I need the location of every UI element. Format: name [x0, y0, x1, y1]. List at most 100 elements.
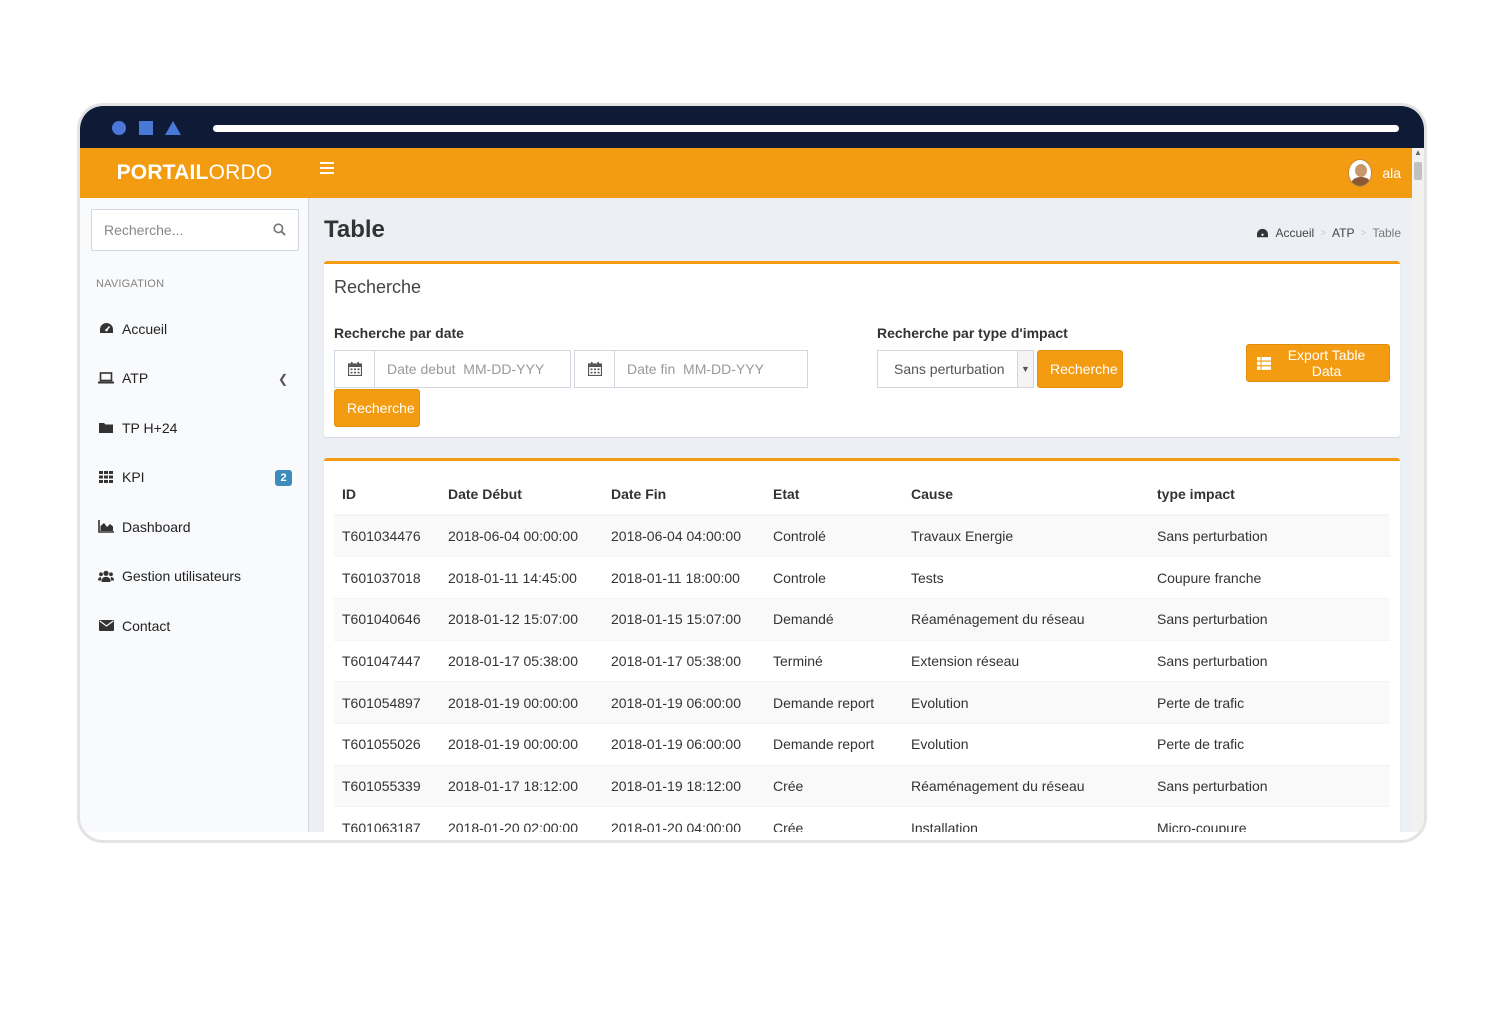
date-start-input[interactable]: [375, 351, 565, 387]
cell-date-debut: 2018-01-11 14:45:00: [440, 556, 603, 599]
column-header-date-fin[interactable]: Date Fin: [603, 473, 765, 516]
grid-icon: [98, 470, 114, 484]
sidebar-item-dashboard[interactable]: Dashboard: [80, 502, 308, 552]
table-row[interactable]: T601063187 2018-01-20 02:00:00 2018-01-2…: [334, 806, 1390, 832]
dashboard-icon: [98, 322, 114, 336]
breadcrumb-item-accueil[interactable]: Accueil: [1275, 226, 1314, 240]
sidebar-item-tp-h24[interactable]: TP H+24: [80, 403, 308, 453]
column-header-id[interactable]: ID: [334, 473, 440, 516]
page-title: Table: [324, 216, 385, 243]
table-row[interactable]: T601040646 2018-01-12 15:07:00 2018-01-1…: [334, 597, 1390, 641]
table-row[interactable]: T601054897 2018-01-19 00:00:00 2018-01-1…: [334, 681, 1390, 724]
column-header-cause[interactable]: Cause: [903, 473, 1149, 516]
export-table-button[interactable]: Export Table Data: [1246, 344, 1390, 382]
circle-icon: [112, 121, 126, 135]
breadcrumb-item-atp[interactable]: ATP: [1332, 226, 1354, 240]
cell-etat: Demande report: [765, 722, 903, 766]
impact-search-label: Recherche par type d'impact: [877, 325, 1068, 341]
nav-header: NAVIGATION: [96, 278, 165, 290]
date-end-input[interactable]: [615, 351, 803, 387]
logo[interactable]: PORTAILORDO: [80, 148, 309, 198]
sidebar-item-kpi[interactable]: KPI 2: [80, 453, 308, 503]
page-scrollbar[interactable]: ▲: [1412, 148, 1424, 832]
impact-search-button[interactable]: Recherche: [1037, 350, 1123, 388]
sidebar-item-label: KPI: [122, 469, 145, 486]
table-row[interactable]: T601034476 2018-06-04 00:00:00 2018-06-0…: [334, 514, 1390, 557]
sidebar-item-label: Contact: [122, 617, 171, 634]
breadcrumb-separator: >: [1320, 227, 1327, 239]
table-row[interactable]: T601047447 2018-01-17 05:38:00 2018-01-1…: [334, 639, 1390, 682]
chevron-left-icon[interactable]: ❮: [278, 372, 288, 386]
cell-id: T601055026: [334, 722, 440, 766]
avatar: [1348, 159, 1373, 187]
scroll-up-icon[interactable]: ▲: [1414, 148, 1422, 158]
cell-type-impact: Sans perturbation: [1149, 514, 1390, 557]
cell-etat: Terminé: [765, 639, 903, 682]
cell-date-debut: 2018-01-19 00:00:00: [440, 722, 603, 766]
cell-type-impact: Sans perturbation: [1149, 597, 1390, 641]
sidebar-item-atp[interactable]: ATP ❮: [80, 354, 308, 404]
cell-cause: Evolution: [903, 722, 1149, 766]
cell-date-fin: 2018-01-19 06:00:00: [603, 722, 765, 766]
chevron-down-icon: ▼: [1017, 351, 1033, 387]
cell-cause: Travaux Energie: [903, 514, 1149, 557]
date-search-button[interactable]: Recherche: [334, 389, 420, 427]
sidebar-search-input[interactable]: [92, 210, 262, 250]
cell-cause: Installation: [903, 806, 1149, 832]
sidebar-nav: Accueil ATP ❮ TP H+24 KPI 2 Dashboard Ge…: [80, 304, 308, 651]
app-window: PORTAILORDO ala NAVIGATION Accueil: [80, 148, 1415, 832]
menu-toggle-icon[interactable]: [320, 162, 334, 176]
address-bar[interactable]: [213, 125, 1399, 132]
table-row[interactable]: T601037018 2018-01-11 14:45:00 2018-01-1…: [334, 556, 1390, 599]
kpi-count-badge: 2: [275, 469, 292, 486]
search-panel-title: Recherche: [334, 277, 422, 297]
sidebar-item-label: TP H+24: [122, 419, 178, 436]
sidebar-item-accueil[interactable]: Accueil: [80, 304, 308, 354]
table-row[interactable]: T601055026 2018-01-19 00:00:00 2018-01-1…: [334, 722, 1390, 766]
main-content: Table Accueil > ATP > Table Recherche Re…: [310, 198, 1415, 832]
cell-date-fin: 2018-01-17 05:38:00: [603, 639, 765, 682]
sidebar-item-label: Dashboard: [122, 518, 191, 535]
breadcrumb-separator: >: [1360, 227, 1367, 239]
column-header-etat[interactable]: Etat: [765, 473, 903, 516]
date-end-group: [574, 350, 808, 388]
cell-date-fin: 2018-01-19 18:12:00: [603, 764, 765, 807]
cell-id: T601054897: [334, 681, 440, 724]
breadcrumb: Accueil > ATP > Table: [1256, 226, 1401, 240]
impact-select[interactable]: Sans perturbation ▼: [877, 350, 1034, 388]
cell-cause: Extension réseau: [903, 639, 1149, 682]
cell-date-fin: 2018-06-04 04:00:00: [603, 514, 765, 557]
cell-id: T601040646: [334, 597, 440, 641]
results-table: ID Date Début Date Fin Etat Cause type i…: [334, 473, 1390, 832]
scrollbar-thumb[interactable]: [1414, 162, 1422, 180]
cell-type-impact: Coupure franche: [1149, 556, 1390, 599]
cell-date-fin: 2018-01-11 18:00:00: [603, 556, 765, 599]
table-list-icon: [1257, 356, 1271, 370]
device-frame: PORTAILORDO ala NAVIGATION Accueil: [77, 103, 1427, 843]
sidebar-item-gestion-utilisateurs[interactable]: Gestion utilisateurs: [80, 552, 308, 602]
dashboard-icon: [1257, 228, 1269, 237]
cell-date-fin: 2018-01-19 06:00:00: [603, 681, 765, 724]
column-header-type-impact[interactable]: type impact: [1149, 473, 1390, 516]
envelope-icon: [98, 619, 114, 633]
table-row[interactable]: T601055339 2018-01-17 18:12:00 2018-01-1…: [334, 764, 1390, 807]
sidebar-item-label: Gestion utilisateurs: [122, 568, 242, 585]
cell-type-impact: Micro-coupure: [1149, 806, 1390, 832]
column-header-date-debut[interactable]: Date Début: [440, 473, 603, 516]
sidebar-search: [91, 209, 299, 251]
cell-id: T601034476: [334, 514, 440, 557]
cell-etat: Demandé: [765, 597, 903, 641]
search-icon[interactable]: [273, 223, 286, 236]
sidebar-item-label: Accueil: [122, 320, 168, 337]
sidebar-item-contact[interactable]: Contact: [80, 601, 308, 651]
cell-id: T601047447: [334, 639, 440, 682]
date-search-label: Recherche par date: [334, 325, 464, 341]
cell-date-debut: 2018-01-20 02:00:00: [440, 806, 603, 832]
sidebar-item-label: ATP: [122, 370, 149, 387]
user-menu[interactable]: ala: [1348, 156, 1401, 190]
cell-etat: Demande report: [765, 681, 903, 724]
cell-cause: Evolution: [903, 681, 1149, 724]
cell-id: T601055339: [334, 764, 440, 807]
square-icon: [139, 121, 153, 135]
search-panel: Recherche Recherche par date Recherche R…: [324, 261, 1400, 437]
